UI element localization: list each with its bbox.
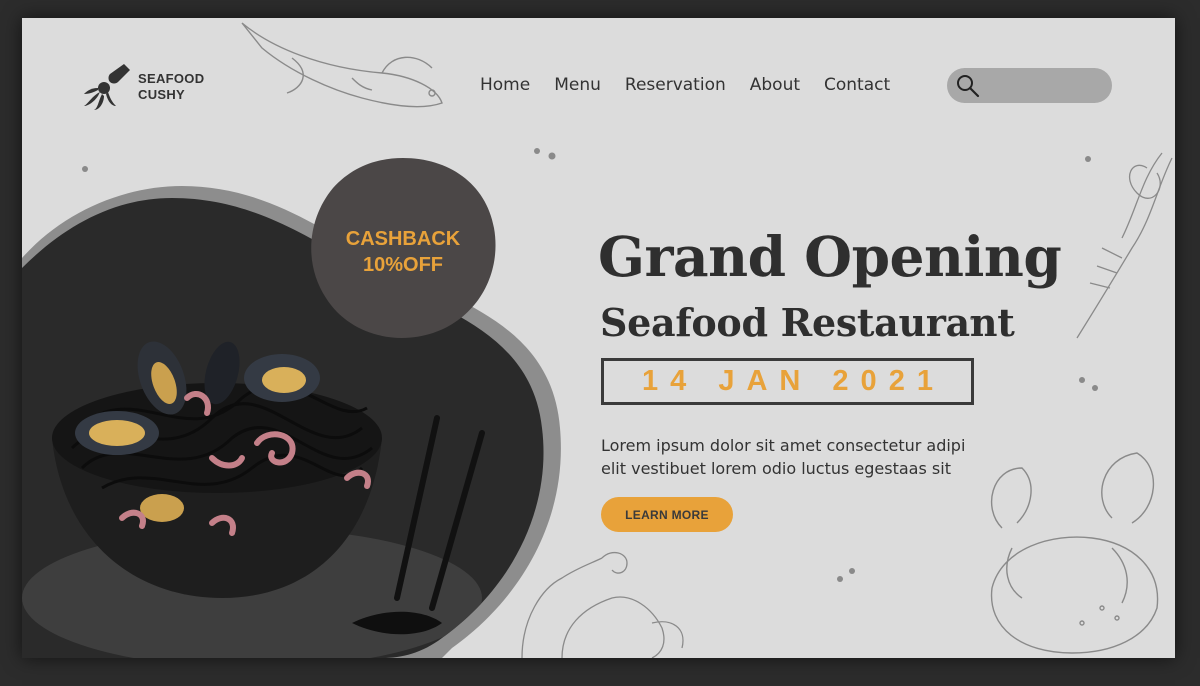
hero-subtitle: Seafood Restaurant [600,300,1015,345]
brand-name-line2: CUSHY [138,87,186,102]
main-nav: Home Menu Reservation About Contact [480,75,914,95]
landing-page: SEAFOOD CUSHY Home Menu Reservation Abou… [22,18,1175,658]
description-line2: elit vestibuet lorem odio luctus egestaa… [601,459,951,478]
nav-item-menu[interactable]: Menu [554,75,601,95]
squid-logo-icon [84,64,130,110]
description-line1: Lorem ipsum dolor sit amet consectetur a… [601,436,966,455]
search-icon[interactable] [956,74,980,98]
nav-item-reservation[interactable]: Reservation [625,75,726,95]
hero-title: Grand Opening [598,224,1062,289]
hero-description: Lorem ipsum dolor sit amet consectetur a… [601,434,981,480]
learn-more-button[interactable]: LEARN MORE [601,497,733,532]
cashback-line2: 10%OFF [362,254,444,276]
date-box: 14 JAN 2021 [601,358,974,405]
event-date: 14 JAN 2021 [642,365,945,397]
search-input[interactable] [991,74,1105,98]
search-bar[interactable] [947,68,1112,103]
brand-name-line1: SEAFOOD [138,71,205,86]
cashback-badge: CASHBACK 10%OFF [308,158,498,338]
nav-item-about[interactable]: About [750,75,800,95]
nav-item-contact[interactable]: Contact [824,75,890,95]
brand-logo[interactable]: SEAFOOD CUSHY [82,62,204,112]
cashback-line1: CASHBACK [345,228,461,250]
nav-item-home[interactable]: Home [480,75,530,95]
